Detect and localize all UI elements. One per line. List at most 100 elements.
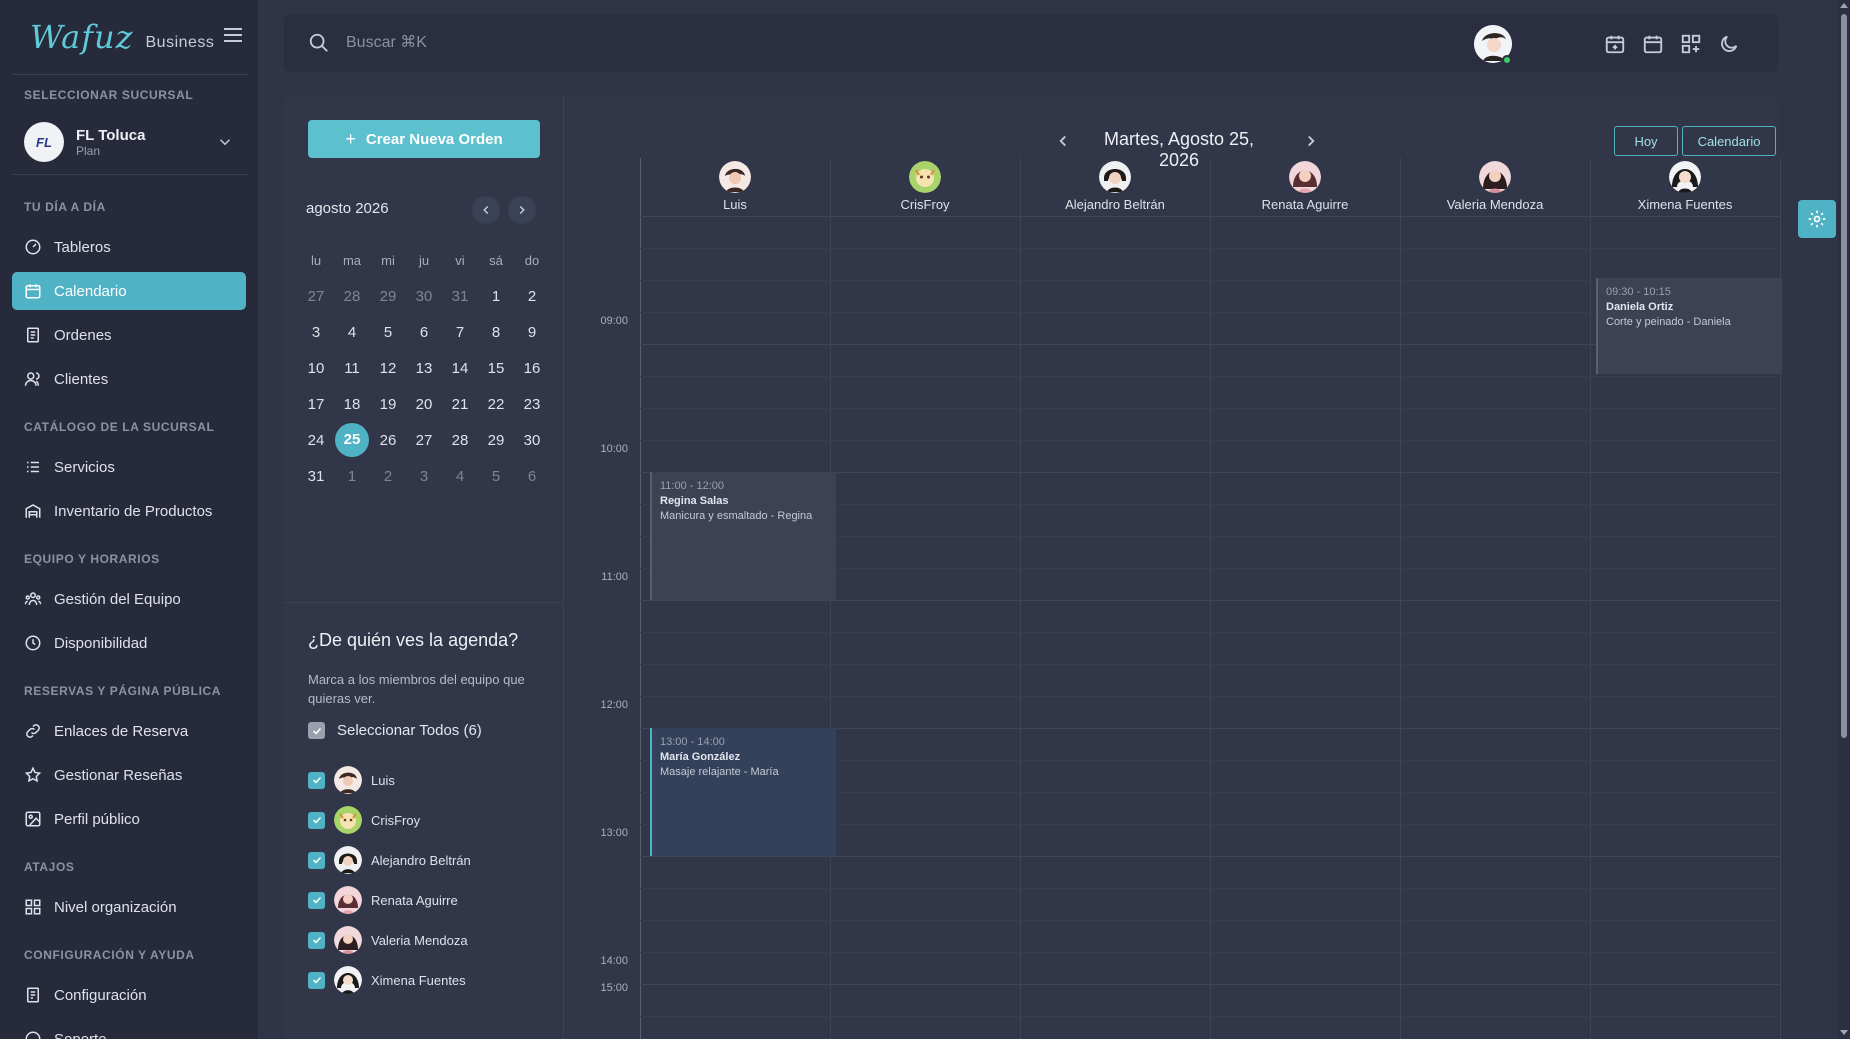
- menu-icon[interactable]: [224, 28, 242, 42]
- sidebar-item-clients[interactable]: Clientes: [12, 360, 246, 398]
- day-cell[interactable]: 13: [406, 360, 442, 377]
- scroll-down-icon[interactable]: [1840, 1030, 1848, 1035]
- day-cell[interactable]: 29: [370, 288, 406, 305]
- appointment-card[interactable]: 11:00 - 12:00 Regina Salas Manicura y es…: [650, 472, 836, 600]
- day-cell[interactable]: 4: [442, 468, 478, 485]
- member-filter-item[interactable]: Valeria Mendoza: [308, 926, 468, 954]
- day-cell[interactable]: 20: [406, 396, 442, 413]
- moon-icon[interactable]: [1718, 33, 1740, 55]
- day-cell[interactable]: 15: [478, 360, 514, 377]
- day-cell[interactable]: 23: [514, 396, 550, 413]
- calendar-icon[interactable]: [1642, 33, 1664, 55]
- day-cell[interactable]: 19: [370, 396, 406, 413]
- staff-column-header[interactable]: Ximena Fuentes: [1590, 158, 1780, 216]
- page-scrollbar[interactable]: [1838, 0, 1850, 1039]
- checkbox[interactable]: [308, 851, 325, 869]
- calendar-settings-button[interactable]: [1798, 200, 1836, 238]
- staff-column-header[interactable]: Luis: [640, 158, 830, 216]
- day-cell[interactable]: 27: [298, 288, 334, 305]
- day-cell[interactable]: 17: [298, 396, 334, 413]
- day-cell[interactable]: 3: [406, 468, 442, 485]
- day-cell[interactable]: 11: [334, 360, 370, 377]
- staff-column-header[interactable]: CrisFroy: [830, 158, 1020, 216]
- day-cell[interactable]: 5: [478, 468, 514, 485]
- sidebar-item-booking-links[interactable]: Enlaces de Reserva: [12, 712, 246, 750]
- calendar-add-icon[interactable]: [1604, 33, 1626, 55]
- day-cell[interactable]: 12: [370, 360, 406, 377]
- scroll-up-icon[interactable]: [1840, 3, 1848, 8]
- day-cell[interactable]: 30: [514, 432, 550, 449]
- prev-day-button[interactable]: [1054, 132, 1072, 150]
- day-cell[interactable]: 6: [406, 324, 442, 341]
- member-filter-item[interactable]: Renata Aguirre: [308, 886, 458, 914]
- day-cell[interactable]: 28: [334, 288, 370, 305]
- day-cell[interactable]: 26: [370, 432, 406, 449]
- sidebar-item-availability[interactable]: Disponibilidad: [12, 624, 246, 662]
- branch-selector[interactable]: FL FL Toluca Plan: [24, 122, 234, 162]
- sidebar-item-dashboards[interactable]: Tableros: [12, 228, 246, 266]
- day-cell[interactable]: 1: [478, 288, 514, 305]
- sidebar-item-services[interactable]: Servicios: [12, 448, 246, 486]
- checkbox[interactable]: [308, 811, 325, 829]
- sidebar-item-support[interactable]: Soporte: [12, 1020, 246, 1039]
- appointment-card[interactable]: 09:30 - 10:15 Daniela Ortiz Corte y pein…: [1596, 278, 1782, 374]
- appointment-card[interactable]: 13:00 - 14:00 María González Masaje rela…: [650, 728, 836, 856]
- member-filter-item[interactable]: Luis: [308, 766, 395, 794]
- checkbox[interactable]: [308, 931, 325, 949]
- calendar-view-button[interactable]: Calendario: [1682, 126, 1776, 156]
- day-cell[interactable]: 3: [298, 324, 334, 341]
- day-cell[interactable]: 10: [298, 360, 334, 377]
- checkbox[interactable]: [308, 722, 325, 739]
- staff-column-header[interactable]: Valeria Mendoza: [1400, 158, 1590, 216]
- day-cell[interactable]: 2: [370, 468, 406, 485]
- day-cell[interactable]: 8: [478, 324, 514, 341]
- select-all-checkbox[interactable]: Seleccionar Todos (6): [308, 722, 482, 739]
- day-cell[interactable]: 28: [442, 432, 478, 449]
- staff-column-header[interactable]: Alejandro Beltrán: [1020, 158, 1210, 216]
- day-cell[interactable]: 6: [514, 468, 550, 485]
- checkbox[interactable]: [308, 771, 325, 789]
- sidebar-item-org-level[interactable]: Nivel organización: [12, 888, 246, 926]
- day-cell[interactable]: 4: [334, 324, 370, 341]
- day-cell[interactable]: 16: [514, 360, 550, 377]
- day-cell-selected[interactable]: 25: [334, 423, 370, 457]
- member-filter-item[interactable]: Alejandro Beltrán: [308, 846, 471, 874]
- apps-icon[interactable]: [1680, 33, 1702, 55]
- day-cell[interactable]: 9: [514, 324, 550, 341]
- sidebar-item-reviews[interactable]: Gestionar Reseñas: [12, 756, 246, 794]
- day-cell[interactable]: 1: [334, 468, 370, 485]
- day-cell[interactable]: 22: [478, 396, 514, 413]
- checkbox[interactable]: [308, 891, 325, 909]
- sidebar-item-public-profile[interactable]: Perfil público: [12, 800, 246, 838]
- day-cell[interactable]: 29: [478, 432, 514, 449]
- search-input[interactable]: [346, 28, 746, 58]
- next-day-button[interactable]: [1302, 132, 1320, 150]
- sidebar-item-orders[interactable]: Ordenes: [12, 316, 246, 354]
- brand[interactable]: Wafuz Business: [30, 18, 214, 56]
- day-cell[interactable]: 21: [442, 396, 478, 413]
- day-cell[interactable]: 5: [370, 324, 406, 341]
- create-order-button[interactable]: + Crear Nueva Orden: [308, 120, 540, 158]
- next-month-button[interactable]: [508, 196, 536, 224]
- scrollbar-thumb[interactable]: [1841, 14, 1847, 738]
- sidebar-item-team[interactable]: Gestión del Equipo: [12, 580, 246, 618]
- staff-column-header[interactable]: Renata Aguirre: [1210, 158, 1400, 216]
- day-cell[interactable]: 30: [406, 288, 442, 305]
- day-cell[interactable]: 2: [514, 288, 550, 305]
- day-cell[interactable]: 31: [298, 468, 334, 485]
- day-cell[interactable]: 27: [406, 432, 442, 449]
- checkbox[interactable]: [308, 971, 325, 989]
- day-cell[interactable]: 24: [298, 432, 334, 449]
- today-button[interactable]: Hoy: [1614, 126, 1678, 156]
- prev-month-button[interactable]: [472, 196, 500, 224]
- day-cell[interactable]: 18: [334, 396, 370, 413]
- member-filter-item[interactable]: CrisFroy: [308, 806, 420, 834]
- day-cell[interactable]: 14: [442, 360, 478, 377]
- day-cell[interactable]: 31: [442, 288, 478, 305]
- sidebar-item-settings[interactable]: Configuración: [12, 976, 246, 1014]
- day-cell[interactable]: 7: [442, 324, 478, 341]
- member-name: Ximena Fuentes: [371, 972, 466, 988]
- member-filter-item[interactable]: Ximena Fuentes: [308, 966, 466, 994]
- sidebar-item-inventory[interactable]: Inventario de Productos: [12, 492, 246, 530]
- sidebar-item-calendar[interactable]: Calendario: [12, 272, 246, 310]
